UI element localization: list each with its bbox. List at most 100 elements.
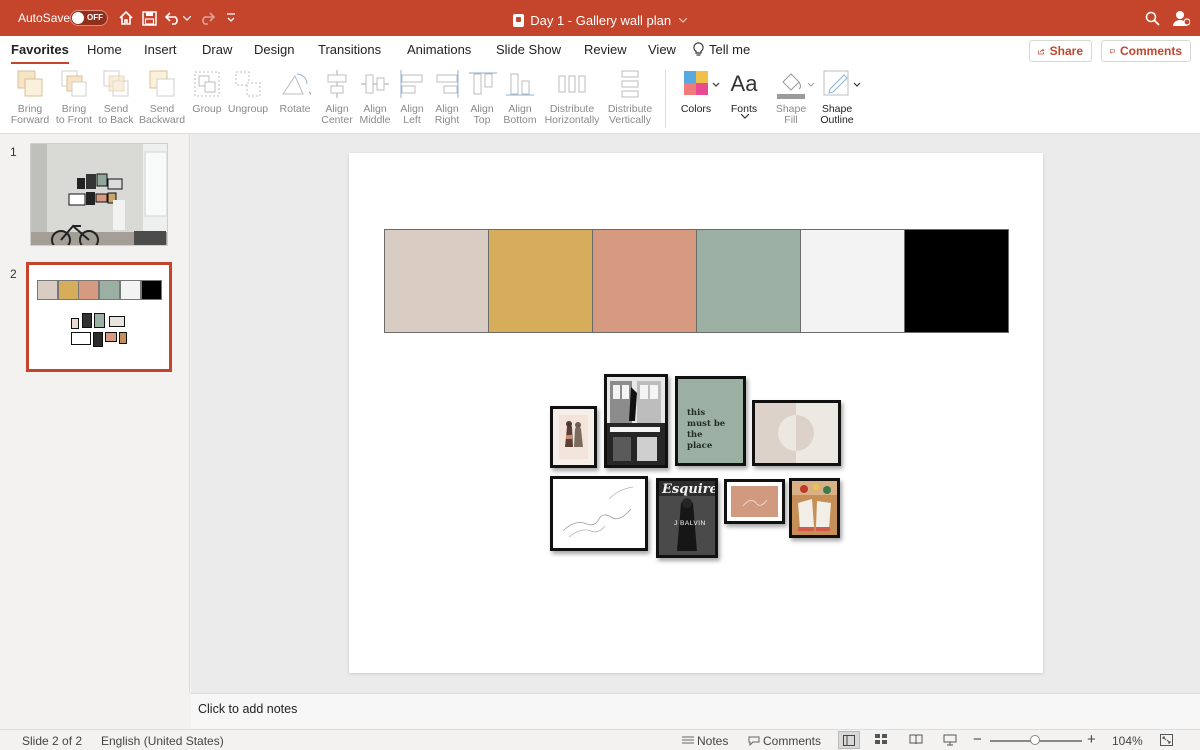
align-right-button[interactable]: Align Right	[431, 68, 463, 126]
normal-view-button[interactable]	[838, 731, 860, 749]
distribute-horizontally-button[interactable]: Distribute Horizontally	[543, 68, 601, 126]
sneakers-art	[792, 481, 837, 535]
title-chevron-icon[interactable]	[678, 11, 688, 26]
palette-swatch[interactable]	[488, 229, 593, 333]
comments-toggle[interactable]: Comments	[748, 734, 821, 748]
reading-view-button[interactable]	[909, 734, 923, 748]
align-left-label-2: Left	[403, 114, 421, 126]
frame-quote-print[interactable]: this must be the place	[675, 376, 746, 466]
tab-slide-show[interactable]: Slide Show	[496, 42, 561, 57]
share-button[interactable]: Share	[1029, 40, 1092, 62]
comments-button[interactable]: Comments	[1101, 40, 1191, 62]
tab-home[interactable]: Home	[87, 42, 122, 57]
ribbon-separator	[665, 70, 666, 128]
share-icon	[1038, 48, 1045, 54]
tab-draw[interactable]: Draw	[202, 42, 232, 57]
slide-thumbnail-2[interactable]	[26, 262, 172, 372]
palette-swatch[interactable]	[904, 229, 1009, 333]
rotate-button[interactable]: Rotate	[275, 68, 315, 115]
share-label: Share	[1049, 44, 1083, 58]
zoom-out-button[interactable]: −	[973, 731, 982, 748]
pen-icon	[821, 68, 861, 100]
bring-forward-button[interactable]: Bring Forward	[8, 68, 52, 126]
normal-view-icon	[843, 734, 855, 746]
thumbnail-palette-swatch	[140, 280, 162, 300]
align-center-icon	[321, 68, 353, 100]
align-bottom-button[interactable]: Align Bottom	[501, 68, 539, 126]
tab-view[interactable]: View	[648, 42, 676, 57]
slide-sorter-button[interactable]	[875, 734, 888, 748]
align-top-button[interactable]: Align Top	[467, 68, 497, 126]
palette-swatch[interactable]	[592, 229, 697, 333]
palette-swatch[interactable]	[800, 229, 905, 333]
send-to-back-button[interactable]: Send to Back	[95, 68, 137, 126]
search-icon[interactable]	[1143, 9, 1161, 27]
align-center-button[interactable]: Align Center	[320, 68, 354, 126]
slide-canvas[interactable]: this must be the place Esquire J BALVIN	[349, 153, 1043, 673]
tab-insert[interactable]: Insert	[144, 42, 177, 57]
align-left-button[interactable]: Align Left	[396, 68, 428, 126]
tab-transitions[interactable]: Transitions	[318, 42, 381, 57]
fonts-button[interactable]: Aa Fonts	[722, 68, 766, 119]
tab-animations[interactable]: Animations	[407, 42, 471, 57]
group-label: Group	[192, 103, 222, 115]
magazine-cover-line: J BALVIN	[674, 520, 706, 527]
distribute-vertically-button[interactable]: Distribute Vertically	[604, 68, 656, 126]
notes-pane[interactable]: Click to add notes	[191, 693, 1200, 729]
bring-forward-label-2: Forward	[10, 114, 50, 126]
thumbnail-frame	[93, 332, 103, 347]
tab-review[interactable]: Review	[584, 42, 627, 57]
comment-icon	[1110, 48, 1115, 54]
rotate-icon	[279, 68, 314, 100]
fonts-glyph: Aa	[730, 71, 758, 96]
zoom-slider-handle[interactable]	[1030, 735, 1040, 745]
quote-line: this	[687, 408, 706, 418]
comment-icon	[748, 736, 760, 747]
frame-magazine-cover[interactable]: Esquire J BALVIN	[656, 478, 718, 558]
distribute-v-label-2: Vertically	[608, 114, 651, 126]
shape-outline-button[interactable]: Shape Outline	[815, 68, 861, 126]
tab-favorites[interactable]: Favorites	[11, 42, 69, 65]
shape-outline-label-2: Outline	[820, 114, 854, 126]
tell-me[interactable]: Tell me	[693, 42, 750, 59]
language-indicator[interactable]: English (United States)	[101, 734, 224, 748]
notes-toggle[interactable]: Notes	[682, 734, 728, 748]
ungroup-button[interactable]: Ungroup	[227, 68, 269, 115]
group-button[interactable]: Group	[190, 68, 224, 115]
frame-abstract-circle[interactable]	[752, 400, 841, 466]
group-icon	[191, 68, 223, 100]
align-bottom-label-2: Bottom	[503, 114, 537, 126]
ungroup-icon	[232, 68, 264, 100]
shape-fill-button[interactable]: Shape Fill	[769, 68, 815, 126]
bring-forward-icon	[14, 68, 46, 100]
frame-line-drawing[interactable]	[550, 476, 648, 551]
slideshow-button[interactable]	[943, 734, 957, 749]
palette-swatch[interactable]	[696, 229, 801, 333]
lightbulb-icon	[693, 42, 704, 59]
title-bar: AutoSave OFF Day 1 - Gallery wall plan	[0, 0, 1200, 36]
zoom-level[interactable]: 104%	[1112, 734, 1143, 748]
slide-thumbnail-1[interactable]	[30, 143, 168, 246]
palette-swatch[interactable]	[384, 229, 489, 333]
bring-to-front-label-2: to Front	[55, 114, 93, 126]
colors-button[interactable]: Colors	[673, 68, 720, 115]
send-backward-button[interactable]: Send Backward	[138, 68, 186, 126]
align-right-label-2: Right	[434, 114, 460, 126]
align-middle-button[interactable]: Align Middle	[357, 68, 393, 126]
thumbnail-palette-swatch	[37, 280, 58, 300]
frame-sneakers-photo[interactable]	[789, 478, 840, 538]
thumbnail-frame	[71, 332, 91, 345]
send-backward-icon	[146, 68, 178, 100]
tab-design[interactable]: Design	[254, 42, 294, 57]
notes-placeholder[interactable]: Click to add notes	[198, 702, 297, 716]
zoom-in-button[interactable]: +	[1087, 731, 1096, 748]
fit-to-window-button[interactable]	[1160, 734, 1173, 749]
frame-blush-print[interactable]	[724, 479, 785, 524]
frame-figure-sketch[interactable]	[550, 406, 597, 468]
frame-street-photo[interactable]	[604, 374, 668, 468]
slide-thumbnail-pane: 1 2	[0, 134, 190, 693]
thumbnail-palette-swatch	[78, 280, 100, 300]
room-photo-thumbnail	[31, 144, 167, 245]
account-icon[interactable]	[1172, 9, 1190, 27]
bring-to-front-button[interactable]: Bring to Front	[52, 68, 96, 126]
